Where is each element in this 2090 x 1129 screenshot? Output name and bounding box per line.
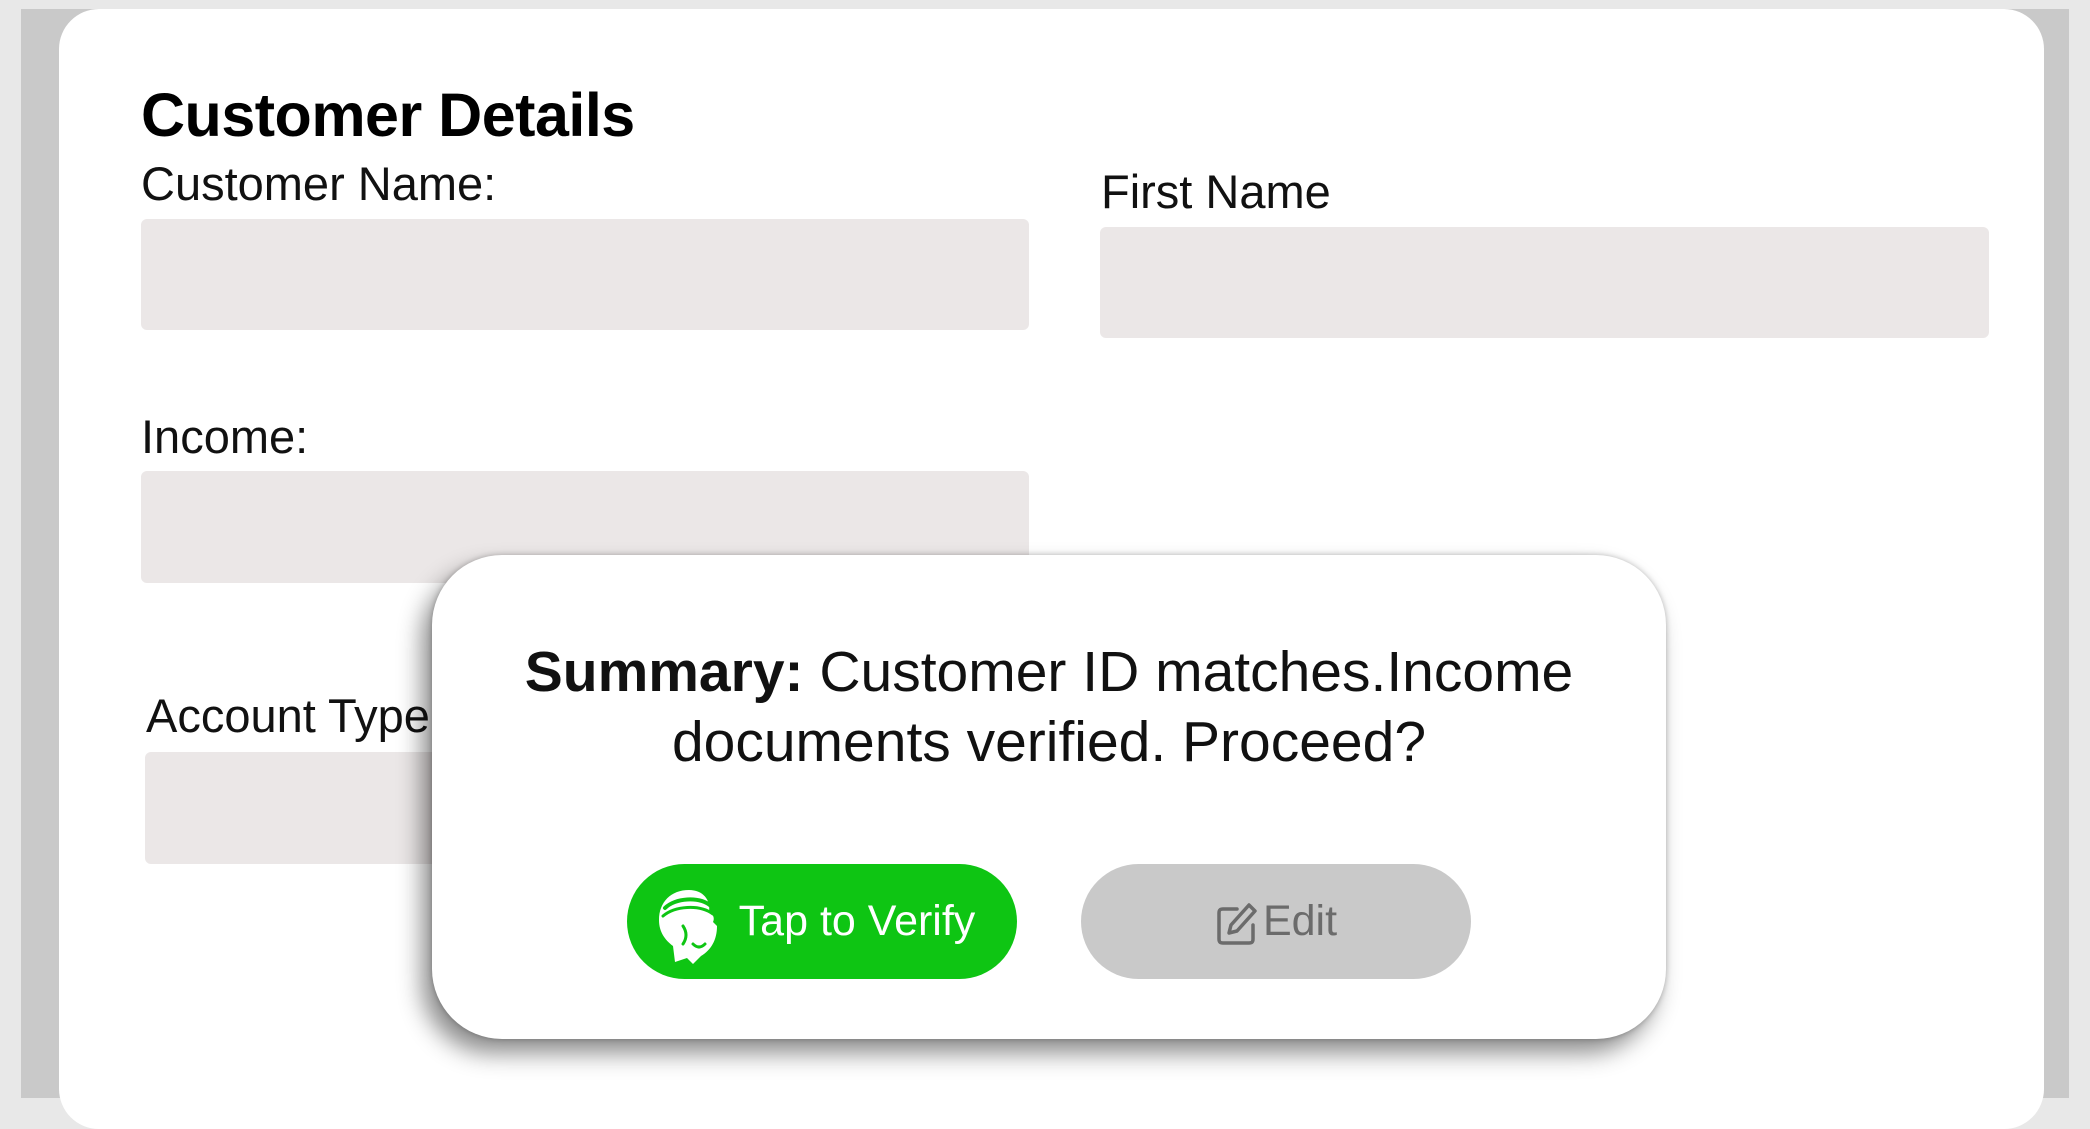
- summary-text: Customer ID matches.Income documents ver…: [671, 640, 1574, 774]
- income-label: Income:: [141, 410, 309, 463]
- summary-message: Summary: Customer ID matches.Income docu…: [472, 637, 1626, 777]
- edit-button[interactable]: Edit: [1081, 864, 1471, 979]
- summary-heading: Summary:: [524, 640, 804, 704]
- tap-to-verify-label: Tap to Verify: [738, 897, 976, 945]
- edit-label: Edit: [1262, 897, 1338, 945]
- page-title: Customer Details: [141, 81, 635, 149]
- customer-name-label: Customer Name:: [141, 157, 497, 210]
- account-type-label: Account Type: [146, 689, 430, 742]
- customer-name-input[interactable]: [141, 219, 1029, 330]
- first-name-input[interactable]: [1100, 227, 1989, 338]
- first-name-label: First Name: [1101, 165, 1331, 218]
- summary-dialog: Summary: Customer ID matches.Income docu…: [432, 555, 1666, 1039]
- edit-pencil-icon: [1217, 902, 1257, 945]
- tap-to-verify-button[interactable]: Tap to Verify: [627, 864, 1017, 979]
- verify-face-icon: [659, 890, 717, 964]
